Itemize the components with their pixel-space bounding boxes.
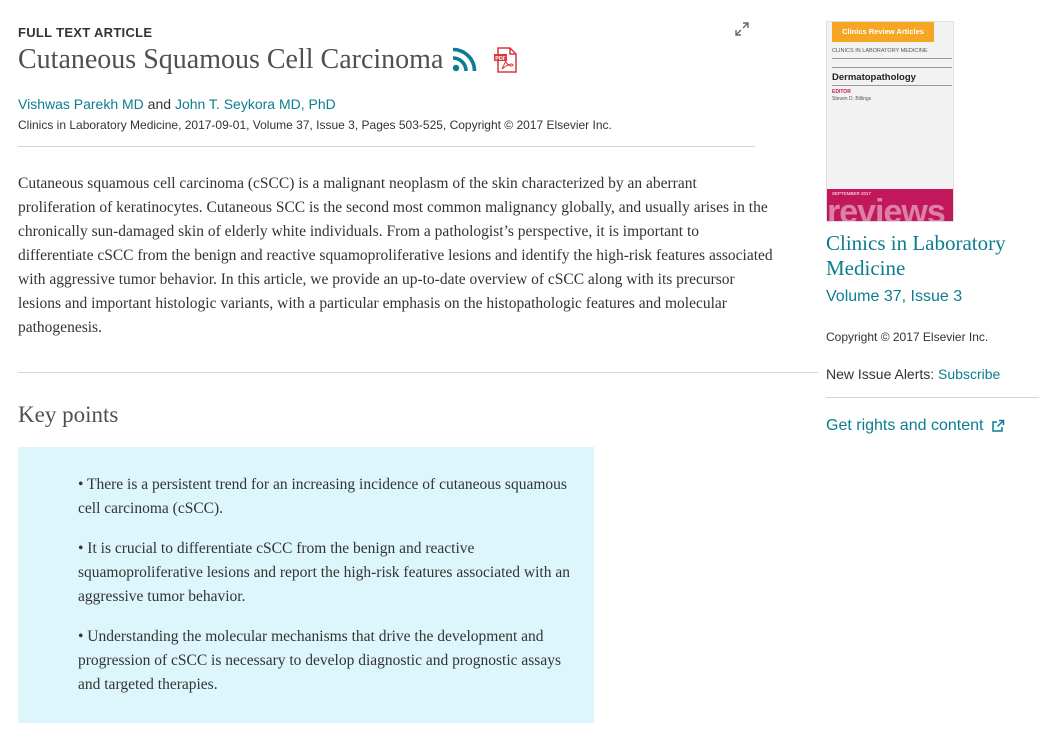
pdf-icon[interactable]: PDF <box>493 47 519 73</box>
author-link[interactable]: John T. Seykora MD, PhD <box>175 96 336 112</box>
divider <box>18 372 818 373</box>
divider <box>18 146 755 147</box>
article-type-label: FULL TEXT ARTICLE <box>18 25 153 40</box>
get-rights-link[interactable]: Get rights and content <box>826 417 1005 435</box>
cover-series: CLINICS IN LABORATORY MEDICINE <box>832 48 928 54</box>
article-title: Cutaneous Squamous Cell Carcinoma <box>18 44 444 75</box>
expand-icon[interactable] <box>734 21 750 37</box>
cover-editor-name: Steven D. Billings <box>832 96 872 102</box>
alerts-label: New Issue Alerts: <box>826 366 935 382</box>
journal-copyright: Copyright © 2017 Elsevier Inc. <box>826 330 989 344</box>
cover-topic: Dermatopathology <box>832 72 916 83</box>
journal-cover[interactable]: Clinics Review Articles CLINICS IN LABOR… <box>826 21 954 222</box>
abstract: Cutaneous squamous cell carcinoma (cSCC)… <box>18 175 773 336</box>
cover-band-word: reviews <box>827 193 946 221</box>
citation: Clinics in Laboratory Medicine, 2017-09-… <box>18 118 612 132</box>
journal-title-link[interactable]: Clinics in Laboratory Medicine <box>826 231 1036 281</box>
key-point-item: • There is a persistent trend for an inc… <box>78 476 567 517</box>
key-point-item: • It is crucial to differentiate cSCC fr… <box>78 540 570 605</box>
rss-icon[interactable] <box>451 47 477 73</box>
divider <box>826 397 1039 398</box>
cover-rule <box>832 67 952 68</box>
key-points-box: • There is a persistent trend for an inc… <box>18 447 594 723</box>
author-link[interactable]: Vishwas Parekh MD <box>18 96 144 112</box>
key-points-heading: Key points <box>18 402 119 427</box>
cover-rule <box>832 85 952 86</box>
cover-band: reviews SEPTEMBER 2017 <box>827 189 953 221</box>
author-separator: and <box>143 96 175 112</box>
volume-link[interactable]: Volume 37, Issue 3 <box>826 288 962 306</box>
cover-rule <box>832 58 952 59</box>
subscribe-link[interactable]: Subscribe <box>938 366 1000 382</box>
cover-badge: Clinics Review Articles <box>832 22 934 42</box>
get-rights-label: Get rights and content <box>826 417 984 434</box>
title-row: Cutaneous Squamous Cell Carcinoma PDF <box>18 44 519 76</box>
authors-line: Vishwas Parekh MD and John T. Seykora MD… <box>18 96 336 112</box>
cover-editor-label: EDITOR <box>832 89 851 95</box>
key-point-item: • Understanding the molecular mechanisms… <box>78 628 561 693</box>
issue-alerts: New Issue Alerts: Subscribe <box>826 366 1000 382</box>
external-link-icon <box>992 419 1005 432</box>
cover-date: SEPTEMBER 2017 <box>832 191 872 196</box>
